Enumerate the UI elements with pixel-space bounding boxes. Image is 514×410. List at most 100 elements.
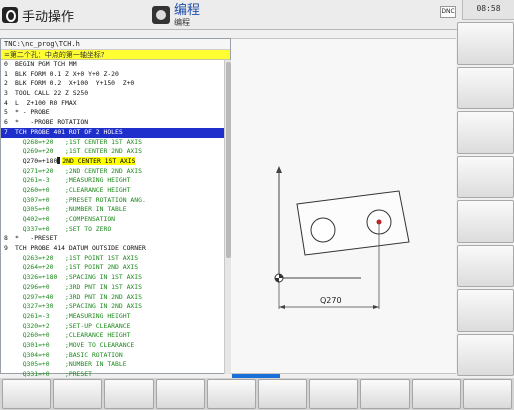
program-line[interactable]: Q326=+180 ;SPACING IN 1ST AXIS <box>1 273 230 283</box>
line-number: 0 <box>4 60 8 68</box>
program-line[interactable]: Q260=+0 ;CLEARANCE HEIGHT <box>1 331 230 341</box>
program-line[interactable]: Q296=+0 ;3RD PNT IN 1ST AXIS <box>1 283 230 293</box>
horizontal-softkey[interactable] <box>104 379 154 409</box>
horizontal-softkey[interactable] <box>258 379 308 409</box>
clock: 08:58 <box>462 0 514 20</box>
line-text: Q305=+0 ;NUMBER IN TABLE <box>15 360 127 369</box>
line-text: Q320=+2 ;SET-UP CLEARANCE <box>15 321 131 330</box>
program-line[interactable]: 2 BLK FORM 0.2 X+100 Y+150 Z+0 <box>1 79 230 89</box>
program-line[interactable]: Q268=+20 ;1ST CENTER 1ST AXIS <box>1 138 230 148</box>
program-line[interactable]: Q337=+0 ;SET TO ZERO <box>1 225 230 235</box>
program-line[interactable]: 1 BLK FORM 0.1 Z X+0 Y+0 Z-20 <box>1 70 230 80</box>
program-line[interactable]: Q327=+30 ;SPACING IN 2ND AXIS <box>1 302 230 312</box>
horizontal-softkey[interactable] <box>462 379 513 409</box>
program-line[interactable]: 6 * -PROBE ROTATION <box>1 118 230 128</box>
horizontal-softkeys <box>0 378 514 410</box>
vertical-softkey[interactable] <box>457 244 514 287</box>
horizontal-softkey[interactable] <box>360 379 410 409</box>
vertical-softkey[interactable] <box>457 111 514 154</box>
cycle-help-diagram: Q270 <box>274 166 410 309</box>
vertical-softkey[interactable] <box>457 22 514 65</box>
program-editor[interactable]: TNC:\nc_prog\TCH.h =第二个孔：中点的第一轴坐标? 0 BEGI… <box>0 38 231 378</box>
line-number: 8 <box>4 234 8 243</box>
header-bar: 手动操作 编程 编程 DNC 08:58 <box>0 0 514 30</box>
text-cursor <box>57 156 61 164</box>
program-scrollbar[interactable] <box>224 60 231 374</box>
vertical-softkey[interactable] <box>457 200 514 243</box>
program-line[interactable]: Q305=+0 ;NUMBER IN TABLE <box>1 205 230 215</box>
line-text: TOOL CALL 22 Z S250 <box>15 89 89 98</box>
line-text: Q307=+0 ;PRESET ROTATION ANG. <box>15 195 146 204</box>
program-line[interactable]: 5 * - PROBE <box>1 108 230 118</box>
program-line[interactable]: 9 TCH PROBE 414 DATUM OUTSIDE CORNER <box>1 244 230 254</box>
line-text: Q296=+0 ;3RD PNT IN 1ST AXIS <box>15 282 142 291</box>
help-graphic: Q270 <box>231 38 456 374</box>
program-line[interactable]: Q270=+180 2ND CENTER 1ST AXIS <box>1 156 230 167</box>
line-number: 9 <box>4 244 8 253</box>
vertical-softkey[interactable] <box>457 155 514 198</box>
line-text: Q261=-3 ;MEASURING HEIGHT <box>15 311 131 320</box>
program-line[interactable]: Q402=+0 ;COMPENSATION <box>1 215 230 225</box>
program-line[interactable]: Q271=+20 ;2ND CENTER 2ND AXIS <box>1 167 230 177</box>
program-line[interactable]: 7 TCH PROBE 401 ROT OF 2 HOLES <box>1 127 230 138</box>
programming-mode[interactable]: 编程 编程 <box>152 2 292 28</box>
program-line[interactable]: Q304=+0 ;BASIC ROTATION <box>1 351 230 361</box>
program-line[interactable]: Q307=+0 ;PRESET ROTATION ANG. <box>1 196 230 206</box>
horizontal-softkey[interactable] <box>155 379 205 409</box>
line-text: Q260=+0 ;CLEARANCE HEIGHT <box>15 185 131 194</box>
vertical-softkeys <box>457 20 514 376</box>
program-line[interactable]: 0 BEGIN PGM TCH MM <box>1 60 230 70</box>
line-text: * - PROBE <box>15 108 50 117</box>
program-line[interactable]: Q263=+20 ;1ST POINT 1ST AXIS <box>1 254 230 264</box>
program-lines[interactable]: 0 BEGIN PGM TCH MM 1 BLK FORM 0.1 Z X+0 Y+0… <box>1 60 230 380</box>
program-line[interactable]: Q297=+40 ;3RD PNT IN 2ND AXIS <box>1 293 230 303</box>
horizontal-softkey[interactable] <box>2 379 52 409</box>
line-number: 5 <box>4 108 8 117</box>
program-line[interactable]: Q301=+0 ;MOVE TO CLEARANCE <box>1 341 230 351</box>
line-text: L Z+100 R0 FMAX <box>15 98 77 107</box>
vertical-softkey[interactable] <box>457 66 514 109</box>
line-text: Q268=+20 ;1ST CENTER 1ST AXIS <box>15 137 142 146</box>
line-text: Q305=+0 ;NUMBER IN TABLE <box>15 205 127 214</box>
program-line[interactable]: 8 * -PRESET <box>1 234 230 244</box>
program-line[interactable]: Q264=+20 ;1ST POINT 2ND AXIS <box>1 263 230 273</box>
program-line[interactable]: 3 TOOL CALL 22 Z S250 <box>1 89 230 99</box>
line-text: BLK FORM 0.1 Z X+0 Y+0 Z-20 <box>15 69 119 78</box>
horizontal-softkey[interactable] <box>206 379 257 409</box>
line-text: Q304=+0 ;BASIC ROTATION <box>15 350 123 359</box>
line-text: Q260=+0 ;CLEARANCE HEIGHT <box>15 331 131 340</box>
line-text: * -PROBE ROTATION <box>15 118 89 127</box>
program-line[interactable]: Q261=-3 ;MEASURING HEIGHT <box>1 312 230 322</box>
program-line[interactable]: Q320=+2 ;SET-UP CLEARANCE <box>1 322 230 332</box>
vertical-softkey[interactable] <box>457 333 514 376</box>
manual-operation-mode[interactable]: 手动操作 <box>2 2 150 28</box>
line-text: Q263=+20 ;1ST POINT 1ST AXIS <box>15 253 139 262</box>
horizontal-softkey[interactable] <box>309 379 359 409</box>
vertical-softkey[interactable] <box>457 289 514 332</box>
programming-mode-icon <box>152 6 170 24</box>
line-number: 7 <box>4 127 8 136</box>
line-number: 1 <box>4 69 8 78</box>
program-line[interactable]: Q269=+20 ;1ST CENTER 2ND AXIS <box>1 147 230 157</box>
manual-mode-label: 手动操作 <box>22 9 75 25</box>
line-text: Q269=+20 ;1ST CENTER 2ND AXIS <box>15 147 142 156</box>
program-line[interactable]: Q260=+0 ;CLEARANCE HEIGHT <box>1 186 230 196</box>
highlighted-comment: 2ND CENTER 1ST AXIS <box>62 156 136 165</box>
line-text: Q264=+20 ;1ST POINT 2ND AXIS <box>15 263 139 272</box>
line-text: Q327=+30 ;SPACING IN 2ND AXIS <box>15 302 142 311</box>
line-text: TCH PROBE 414 DATUM OUTSIDE CORNER <box>15 244 146 253</box>
dimension-arrow-left <box>279 305 285 309</box>
horizontal-softkey[interactable] <box>411 379 461 409</box>
line-text: * -PRESET <box>15 234 58 243</box>
program-line[interactable]: 4 L Z+100 R0 FMAX <box>1 99 230 109</box>
y-axis-arrow <box>276 166 282 173</box>
machine-mode-icon <box>2 7 18 23</box>
program-path: TNC:\nc_prog\TCH.h <box>1 39 230 50</box>
line-text: Q297=+40 ;3RD PNT IN 2ND AXIS <box>15 292 142 301</box>
line-text: Q337=+0 ;SET TO ZERO <box>15 224 112 233</box>
program-line[interactable]: Q305=+0 ;NUMBER IN TABLE <box>1 360 230 370</box>
program-line[interactable]: Q261=-3 ;MEASURING HEIGHT <box>1 176 230 186</box>
horizontal-softkey[interactable] <box>53 379 103 409</box>
line-number: 2 <box>4 79 8 88</box>
dnc-icon[interactable]: DNC <box>440 6 456 18</box>
